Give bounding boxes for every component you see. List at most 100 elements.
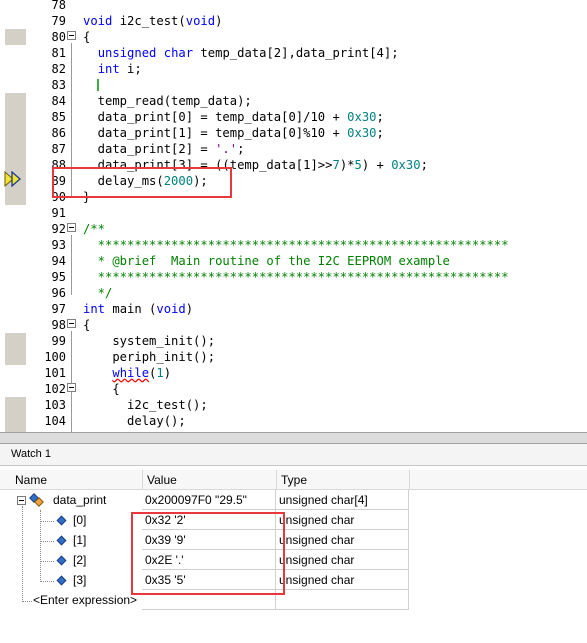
collapse-toggle[interactable] (67, 383, 76, 392)
line-number: 87 (51, 142, 66, 156)
watch-name: [0] (73, 513, 87, 527)
code-text: i2c_test(); (83, 398, 208, 412)
line-number: 99 (51, 334, 66, 348)
collapse-toggle[interactable] (67, 31, 76, 40)
code-line[interactable]: 93 *************************************… (0, 237, 587, 253)
line-number: 82 (51, 62, 66, 76)
line-number: 91 (51, 206, 66, 220)
code-line[interactable]: 95 *************************************… (0, 269, 587, 285)
line-number: 93 (51, 238, 66, 252)
code-text: { (83, 30, 91, 44)
column-divider[interactable] (142, 470, 143, 490)
line-number: 101 (44, 366, 66, 380)
line-number: 102 (44, 382, 66, 396)
code-line[interactable]: 80 { (0, 29, 587, 45)
array-element-icon (56, 575, 67, 586)
code-line[interactable]: 101 while(1) (0, 365, 587, 381)
watch-row[interactable]: data_print 0x200097F0 "29.5" unsigned ch… (0, 490, 587, 510)
column-header-name[interactable]: Name (15, 473, 47, 487)
watch-row[interactable]: [1] 0x39 '9' unsigned char (0, 530, 587, 550)
line-number: 79 (51, 14, 66, 28)
collapse-toggle[interactable] (67, 319, 76, 328)
highlight-box-code (52, 167, 232, 198)
code-text: * @brief Main routine of the I2C EEPROM … (83, 254, 450, 268)
column-header-type[interactable]: Type (281, 473, 307, 487)
column-divider[interactable] (409, 470, 410, 490)
code-line[interactable]: 85 data_print[0] = temp_data[0]/10 + 0x3… (0, 109, 587, 125)
watch-value[interactable]: 0x200097F0 "29.5" (142, 490, 276, 510)
watch-row[interactable]: [3] 0x35 '5' unsigned char (0, 570, 587, 590)
code-text: data_print[0] = temp_data[0]/10 + 0x30; (83, 110, 384, 124)
code-text: { (83, 318, 91, 332)
array-element-icon (56, 555, 67, 566)
code-line[interactable]: 86 data_print[1] = temp_data[0]%10 + 0x3… (0, 125, 587, 141)
watch-name: [2] (73, 553, 87, 567)
watch-panel: Watch 1 Name Value Type data_print 0x200… (0, 444, 587, 643)
column-divider[interactable] (276, 470, 277, 490)
watch-name: [3] (73, 573, 87, 587)
code-line[interactable]: 78 (0, 0, 587, 13)
code-text: */ (83, 286, 113, 300)
code-text: periph_init(); (83, 350, 216, 364)
code-line[interactable]: 82 int i; (0, 61, 587, 77)
watch-type (276, 590, 409, 610)
code-line[interactable]: 96 */ (0, 285, 587, 301)
watch-type: unsigned char[4] (276, 490, 409, 510)
code-line[interactable]: 94 * @brief Main routine of the I2C EEPR… (0, 253, 587, 269)
code-line[interactable]: 84 temp_read(temp_data); (0, 93, 587, 109)
enter-expression-input[interactable]: <Enter expression> (33, 590, 137, 610)
line-number: 83 (51, 78, 66, 92)
watch-row[interactable]: [0] 0x32 '2' unsigned char (0, 510, 587, 530)
code-line[interactable]: 83 (0, 77, 587, 93)
watch-type: unsigned char (276, 550, 409, 570)
code-text: data_print[1] = temp_data[0]%10 + 0x30; (83, 126, 384, 140)
code-text: system_init(); (83, 334, 216, 348)
code-text: /** (83, 222, 106, 236)
code-text: temp_read(temp_data); (83, 94, 252, 108)
watch-title-bar[interactable]: Watch 1 (0, 444, 587, 466)
code-text: unsigned char temp_data[2],data_print[4]… (97, 46, 399, 60)
code-editor[interactable]: 78 79 void i2c_test(void) 80 { 81 unsign… (0, 0, 587, 432)
watch-column-header: Name Value Type (0, 470, 587, 490)
code-line[interactable]: 98 { (0, 317, 587, 333)
code-line[interactable]: 81 unsigned char temp_data[2],data_print… (0, 45, 587, 61)
watch-row[interactable]: <Enter expression> (0, 590, 587, 610)
collapse-toggle[interactable] (17, 496, 26, 505)
code-text: delay(); (83, 414, 186, 428)
line-number: 104 (44, 414, 66, 428)
array-element-icon (56, 515, 67, 526)
collapse-toggle[interactable] (67, 223, 76, 232)
code-text: ****************************************… (83, 238, 509, 252)
watch-name: data_print (53, 493, 107, 507)
array-element-icon (56, 535, 67, 546)
watch-type: unsigned char (276, 510, 409, 530)
line-number: 95 (51, 270, 66, 284)
code-text: ****************************************… (83, 270, 509, 284)
line-number: 80 (51, 30, 66, 44)
code-line[interactable]: 99 system_init(); (0, 333, 587, 349)
code-line[interactable]: 102 { (0, 381, 587, 397)
code-line[interactable]: 92 /** (0, 221, 587, 237)
highlight-box-watch (131, 512, 285, 595)
watch-type: unsigned char (276, 530, 409, 550)
line-number: 97 (51, 302, 66, 316)
code-line[interactable]: 100 periph_init(); (0, 349, 587, 365)
code-line[interactable]: 87 data_print[2] = '.'; (0, 141, 587, 157)
line-number: 84 (51, 94, 66, 108)
text-cursor (97, 79, 100, 91)
line-number: 96 (51, 286, 66, 300)
column-header-value[interactable]: Value (147, 473, 177, 487)
panel-splitter[interactable] (0, 432, 587, 444)
watch-type: unsigned char (276, 570, 409, 590)
code-text: void i2c_test(void) (83, 14, 223, 28)
code-line[interactable]: 104 delay(); (0, 413, 587, 429)
watch-title: Watch 1 (11, 448, 51, 460)
code-line[interactable]: 97 int main (void) (0, 301, 587, 317)
watch-variable-icon (29, 493, 44, 507)
line-number: 81 (51, 46, 66, 60)
code-line[interactable]: 79 void i2c_test(void) (0, 13, 587, 29)
code-line[interactable]: 103 i2c_test(); (0, 397, 587, 413)
code-line[interactable]: 91 (0, 205, 587, 221)
watch-row[interactable]: [2] 0x2E '.' unsigned char (0, 550, 587, 570)
line-number: 92 (51, 222, 66, 236)
